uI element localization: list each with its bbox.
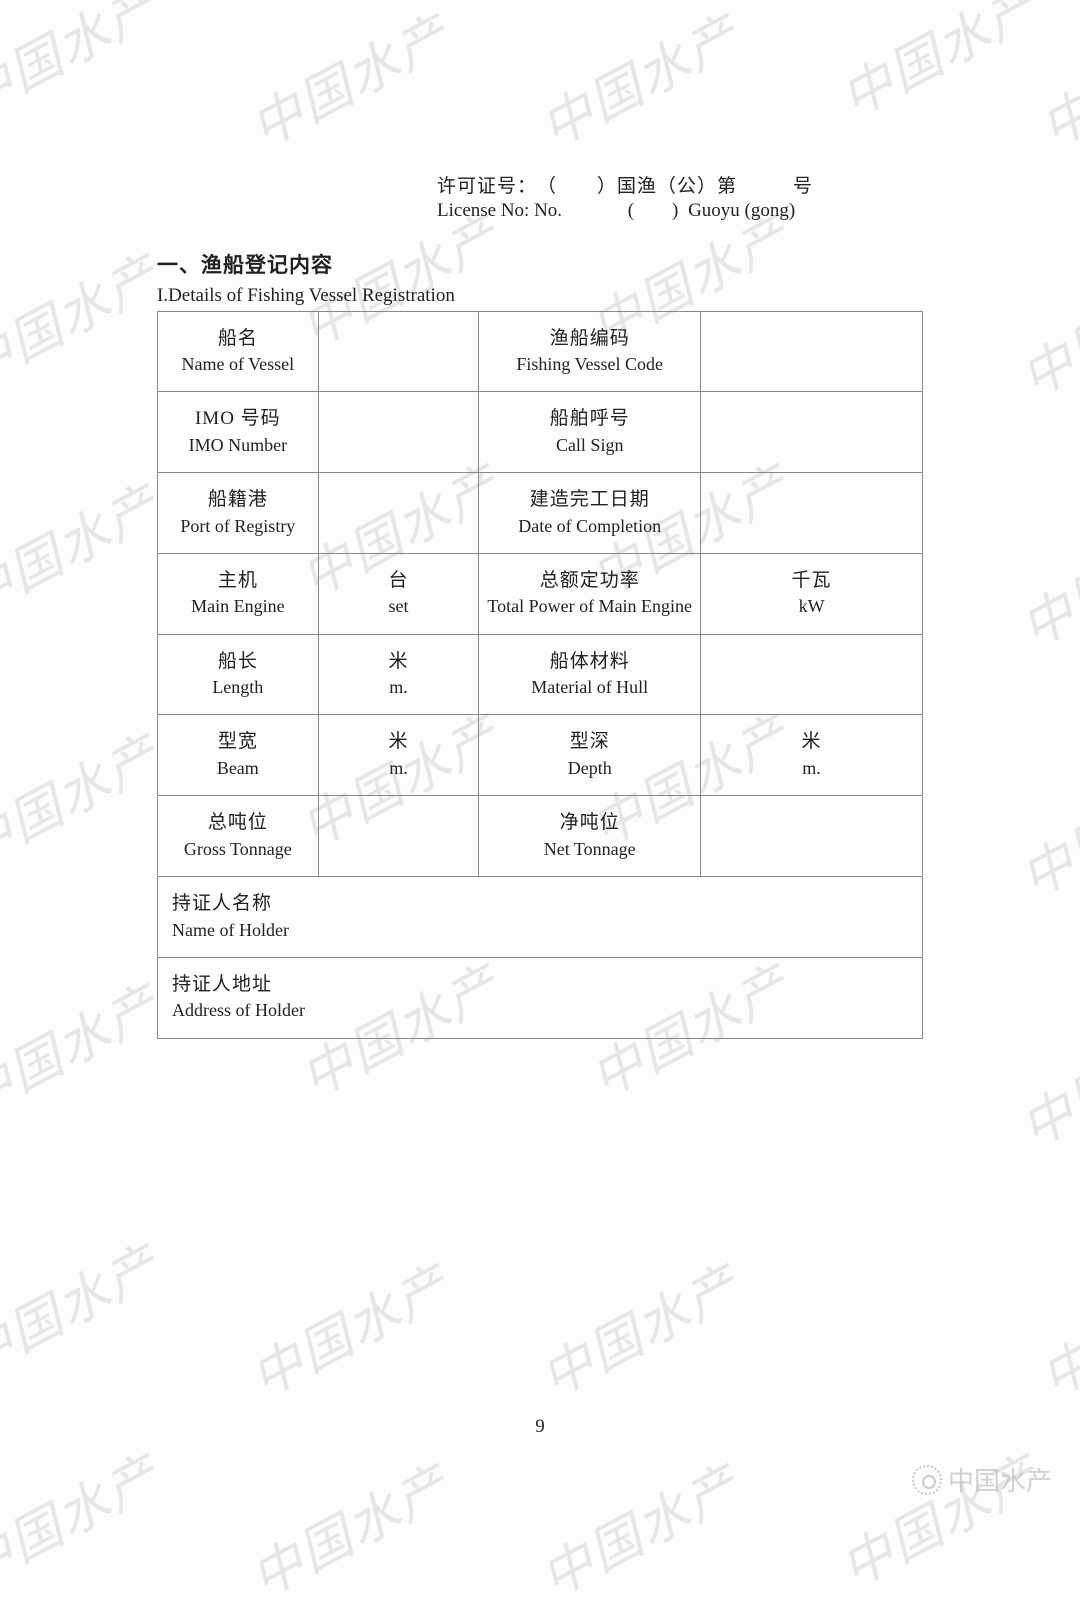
cell-value-main-engine: 台set (318, 553, 479, 634)
cell-value-net-tonnage (701, 796, 923, 877)
cell-label-completion: 建造完工日期Date of Completion (479, 473, 701, 554)
license-label-cn: 许可证号： (437, 175, 537, 199)
cell-label-vessel-name: 船名Name of Vessel (158, 311, 319, 392)
page-number: 9 (0, 1416, 1080, 1438)
table-row: 船籍港Port of Registry 建造完工日期Date of Comple… (158, 473, 923, 554)
cell-label-vessel-code: 渔船编码Fishing Vessel Code (479, 311, 701, 392)
registration-table: 船名Name of Vessel 渔船编码Fishing Vessel Code… (157, 311, 923, 1039)
table-row: 主机Main Engine 台set 总额定功率Total Power of M… (158, 553, 923, 634)
footer-brand: 中国水产 (912, 1461, 1052, 1498)
cell-holder-name: 持证人名称 Name of Holder (158, 876, 923, 957)
cell-label-length: 船长Length (158, 634, 319, 715)
cell-label-net-tonnage: 净吨位Net Tonnage (479, 796, 701, 877)
license-end-cn: 号 (793, 175, 813, 199)
cell-value-port (318, 473, 479, 554)
section-heading-cn: 一、渔船登记内容 (157, 249, 923, 279)
table-row: 型宽Beam 米m. 型深Depth 米m. (158, 715, 923, 796)
cell-label-callsign: 船舶呼号Call Sign (479, 392, 701, 473)
brand-icon (912, 1465, 942, 1495)
cell-label-hull-material: 船体材料Material of Hull (479, 634, 701, 715)
table-row: IMO 号码IMO Number 船舶呼号Call Sign (158, 392, 923, 473)
cell-label-main-engine: 主机Main Engine (158, 553, 319, 634)
table-row: 船长Length 米m. 船体材料Material of Hull (158, 634, 923, 715)
section-heading-en: I.Details of Fishing Vessel Registration (157, 285, 923, 307)
cell-label-imo: IMO 号码IMO Number (158, 392, 319, 473)
cell-label-beam: 型宽Beam (158, 715, 319, 796)
license-mid-cn: 国渔（公）第 (617, 175, 737, 199)
cell-value-depth: 米m. (701, 715, 923, 796)
license-paren-1: （ ） (537, 175, 617, 199)
cell-value-length: 米m. (318, 634, 479, 715)
cell-value-gross-tonnage (318, 796, 479, 877)
cell-value-total-power: 千瓦kW (701, 553, 923, 634)
license-label-en: License No: No. (437, 199, 562, 223)
cell-label-gross-tonnage: 总吨位Gross Tonnage (158, 796, 319, 877)
cell-holder-address: 持证人地址 Address of Holder (158, 957, 923, 1038)
cell-value-vessel-code (701, 311, 923, 392)
table-row: 总吨位Gross Tonnage 净吨位Net Tonnage (158, 796, 923, 877)
cell-value-completion (701, 473, 923, 554)
table-row: 持证人名称 Name of Holder (158, 876, 923, 957)
page-body: 许可证号： （ ） 国渔（公）第 号 License No: No. ( ) G… (0, 0, 1080, 1528)
license-number-block: 许可证号： （ ） 国渔（公）第 号 License No: No. ( ) G… (437, 175, 923, 223)
cell-value-vessel-name (318, 311, 479, 392)
cell-label-port: 船籍港Port of Registry (158, 473, 319, 554)
cell-label-depth: 型深Depth (479, 715, 701, 796)
cell-label-total-power: 总额定功率Total Power of Main Engine (479, 553, 701, 634)
cell-value-hull-material (701, 634, 923, 715)
table-row: 持证人地址 Address of Holder (158, 957, 923, 1038)
footer-brand-text: 中国水产 (948, 1461, 1052, 1498)
cell-value-beam: 米m. (318, 715, 479, 796)
license-paren-2: ( ) (618, 199, 688, 223)
license-mid-en: Guoyu (gong) (688, 199, 795, 223)
cell-value-callsign (701, 392, 923, 473)
cell-value-imo (318, 392, 479, 473)
table-row: 船名Name of Vessel 渔船编码Fishing Vessel Code (158, 311, 923, 392)
